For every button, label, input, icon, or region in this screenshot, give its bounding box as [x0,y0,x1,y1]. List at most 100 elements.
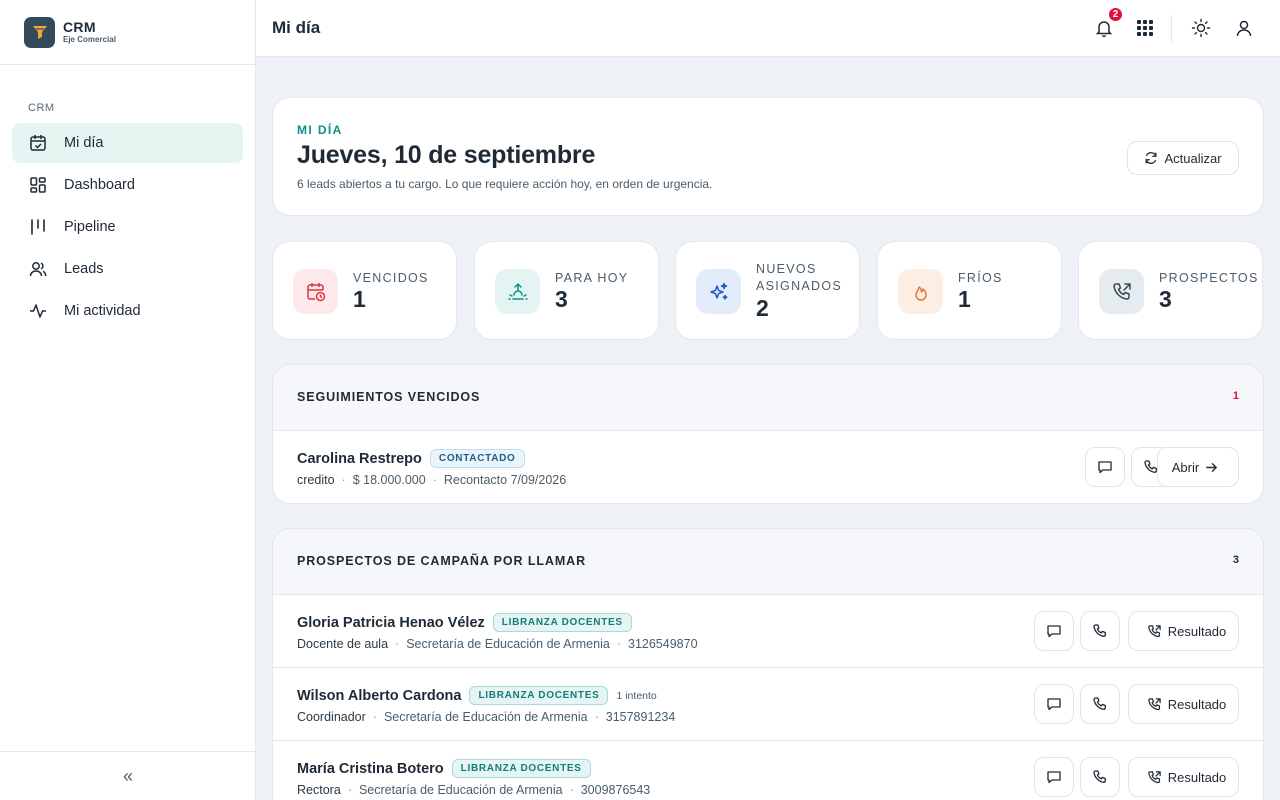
stat-label: NUEVOS [756,262,817,276]
section-header: SEGUIMIENTOS VENCIDOS 1 [273,365,1263,431]
apps-button[interactable] [1133,16,1157,40]
sidebar-nav: Mi día Dashboard Pipeline Leads Mi activ… [12,123,243,333]
message-button[interactable] [1085,447,1125,487]
phone-outgoing-icon [1112,282,1131,300]
summary-text: 6 leads abiertos a tu cargo. Lo que requ… [297,177,713,191]
call-button[interactable] [1080,611,1120,651]
arrow-right-icon [1206,462,1218,472]
result-label: Resultado [1167,696,1227,712]
refresh-icon [1145,152,1157,164]
sidebar-item-label: Mi actividad [64,303,141,319]
header-divider [1171,15,1172,42]
lead-meta: credito · $ 18.000.000 · Recontacto 7/09/202… [297,473,567,487]
open-lead-button[interactable]: Abrir [1157,447,1239,487]
section-title: SEGUIMIENTOS VENCIDOS [297,390,481,404]
prospect-role: Docente de aula [297,637,389,651]
eyebrow-label: MI DÍA [297,123,343,137]
brand[interactable]: CRM Eje Comercial [0,0,255,65]
users-icon [29,262,47,277]
prospect-meta: Rectora · Secretaría de Educación de Armen… [297,783,651,797]
section-header: PROSPECTOS DE CAMPAÑA POR LLAMAR 3 [273,529,1263,595]
stat-card-para-hoy[interactable]: PARA HOY 3 [474,241,659,340]
sidebar-section-label: CRM [28,102,55,114]
lead-product: credito [297,473,335,487]
stat-value: 3 [1159,286,1172,312]
calendar-check-icon [30,135,46,151]
stat-icon-badge [696,269,741,314]
result-button[interactable]: Resultado [1128,684,1239,724]
refresh-button[interactable]: Actualizar [1127,141,1239,175]
message-icon [1098,461,1112,474]
result-label: Resultado [1167,769,1227,785]
sidebar-item-label: Leads [64,261,104,277]
message-button[interactable] [1034,757,1074,797]
theme-toggle-button[interactable] [1189,16,1213,40]
day-summary-card: MI DÍA Jueves, 10 de septiembre 6 leads … [272,97,1264,216]
phone-icon [1093,770,1106,783]
call-button[interactable] [1080,757,1120,797]
stat-card-frios[interactable]: FRÍOS 1 [877,241,1062,340]
stat-icon-badge [898,269,943,314]
date-heading: Jueves, 10 de septiembre [297,141,596,169]
calendar-clock-icon [306,282,325,301]
section-count: 3 [1232,554,1239,566]
stat-icon-badge [495,269,540,314]
open-label: Abrir [1171,459,1200,475]
stat-value: 3 [555,286,568,312]
prospect-role: Rectora [297,783,341,797]
prospect-phone: 3126549870 [628,637,698,651]
refresh-label: Actualizar [1164,150,1222,166]
status-badge: CONTACTADO [429,449,525,468]
stat-card-prospectos[interactable]: PROSPECTOS 3 [1078,241,1263,340]
prospect-phone: 3157891234 [605,710,676,724]
stat-value: 1 [353,286,366,312]
collapse-sidebar-button[interactable]: « [0,751,256,800]
dashboard-icon [30,177,46,193]
result-button[interactable]: Resultado [1128,611,1239,651]
sidebar-item-pipeline[interactable]: Pipeline [12,207,243,247]
sidebar-item-label: Pipeline [64,219,116,235]
sidebar-item-mi-dia[interactable]: Mi día [12,123,243,163]
sidebar-item-label: Dashboard [64,177,135,193]
stat-label: VENCIDOS [353,271,429,285]
lead-amount: $ 18.000.000 [352,473,426,487]
stat-label: FRÍOS [958,271,1003,285]
user-menu-button[interactable] [1232,16,1256,40]
section-count: 1 [1232,390,1239,402]
sidebar-item-mi-actividad[interactable]: Mi actividad [12,291,243,331]
flame-icon [914,285,927,301]
message-button[interactable] [1034,611,1074,651]
sunrise-icon [507,282,528,300]
message-icon [1047,698,1061,711]
prospect-name[interactable]: Wilson Alberto Cardona [297,688,461,704]
sidebar: CRM Eje Comercial CRM Mi día Dashboard P… [0,0,256,800]
prospect-name[interactable]: Gloria Patricia Henao Vélez [297,615,485,631]
brand-logo-icon [24,16,55,48]
overdue-section: SEGUIMIENTOS VENCIDOS 1 Carolina Restrep… [272,364,1264,504]
call-button[interactable] [1080,684,1120,724]
prospect-row: Wilson Alberto Cardona LIBRANZA DOCENTES… [273,668,1263,741]
message-button[interactable] [1034,684,1074,724]
top-header: Mi día 2 [256,0,1280,57]
prospect-organization: Secretaría de Educación de Armenia [406,637,610,651]
section-title: PROSPECTOS DE CAMPAÑA POR LLAMAR [297,554,586,568]
stat-label: ASIGNADOS [756,279,843,293]
stat-card-vencidos[interactable]: VENCIDOS 1 [272,241,457,340]
sidebar-item-leads[interactable]: Leads [12,249,243,289]
sparkles-icon [709,282,727,300]
result-button[interactable]: Resultado [1128,757,1239,797]
prospect-row: Gloria Patricia Henao Vélez LIBRANZA DOC… [273,595,1263,668]
sidebar-item-dashboard[interactable]: Dashboard [12,165,243,205]
notifications-button[interactable]: 2 [1092,6,1124,40]
stat-label: PARA HOY [555,271,629,285]
pipeline-icon [31,219,45,235]
phone-outgoing-icon [1147,770,1161,783]
prospect-name[interactable]: María Cristina Botero [297,761,444,777]
prospects-section: PROSPECTOS DE CAMPAÑA POR LLAMAR 3 Glori… [272,528,1264,800]
message-icon [1047,771,1061,784]
stat-card-nuevos-asignados[interactable]: NUEVOS ASIGNADOS 2 [675,241,860,340]
prospect-role: Coordinador [297,710,366,724]
phone-icon [1093,697,1106,710]
lead-name[interactable]: Carolina Restrepo [297,451,422,467]
page-title: Mi día [272,18,321,37]
